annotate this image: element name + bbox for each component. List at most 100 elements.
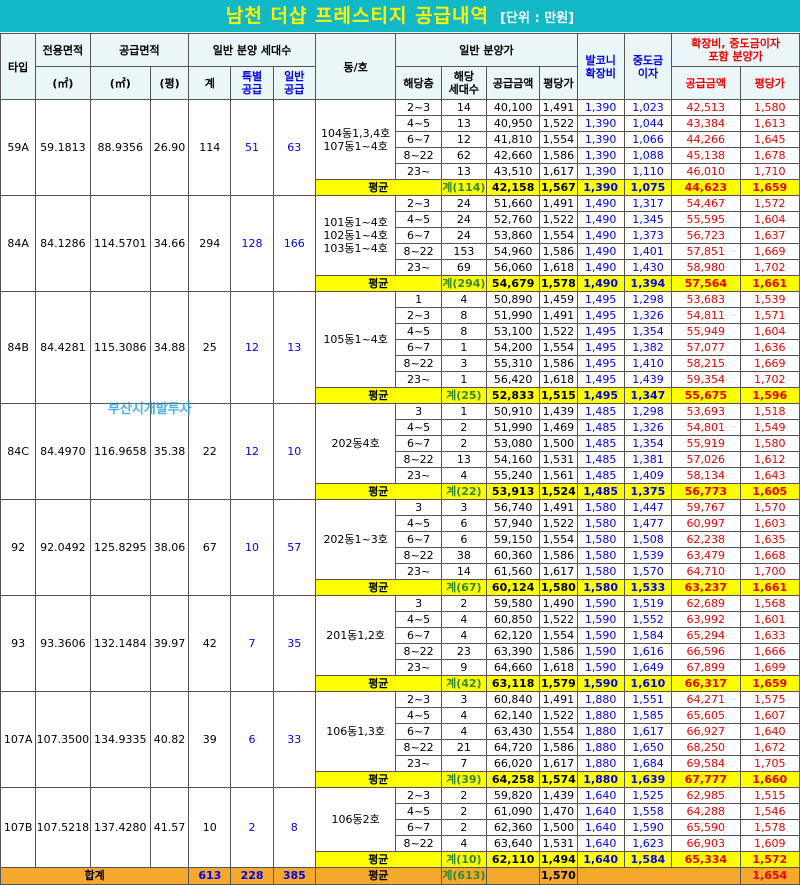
avg-incl-per-pyeong-cell: 1,661 <box>739 579 800 596</box>
interest-cell: 1,623 <box>623 835 673 852</box>
floor-cell: 3 <box>395 499 442 516</box>
average-label: 평균 <box>314 275 442 292</box>
supply-amount-cell: 59,580 <box>485 595 541 612</box>
floor-units-cell: 8 <box>440 323 487 340</box>
supply-amount-cell: 53,860 <box>485 227 541 244</box>
total-units-cell: 67 <box>188 499 232 596</box>
supply-amount-cell: 64,660 <box>485 659 541 676</box>
incl-amount-cell: 62,238 <box>671 531 741 548</box>
balcony-cell: 1,490 <box>576 259 625 276</box>
general-units-cell: 13 <box>272 291 316 404</box>
supply-pyeong-cell: 34.66 <box>149 195 190 292</box>
table-row: 107A 107.3500 134.9335 40.82 39 6 33 106동1,3호 2~… <box>0 691 800 788</box>
per-pyeong-cell: 1,531 <box>539 451 578 468</box>
incl-amount-cell: 60,997 <box>671 515 741 532</box>
interest-cell: 1,585 <box>623 707 673 724</box>
exclusive-area-cell: 92.0492 <box>35 499 91 596</box>
balcony-cell: 1,580 <box>576 499 625 516</box>
balcony-cell: 1,880 <box>576 691 625 708</box>
floor-cell: 4~5 <box>395 611 442 628</box>
incl-amount-cell: 44,266 <box>671 131 741 148</box>
avg-incl-per-pyeong-cell: 1,660 <box>739 771 800 788</box>
floor-cell: 8~22 <box>395 643 442 660</box>
supply-amount-cell: 60,850 <box>485 611 541 628</box>
per-pyeong-cell: 1,522 <box>539 611 578 628</box>
incl-amount-cell: 63,992 <box>671 611 741 628</box>
grand-total-incl-per-pyeong: 1,654 <box>739 867 800 885</box>
supply-m2-cell: 88.9356 <box>89 99 151 196</box>
balcony-cell: 1,495 <box>576 291 625 308</box>
exclusive-area-cell: 107.3500 <box>35 691 91 788</box>
incl-amount-cell: 65,605 <box>671 707 741 724</box>
avg-per-pyeong-cell: 1,567 <box>539 179 578 196</box>
incl-amount-cell: 62,985 <box>671 787 741 804</box>
floor-units-cell: 12 <box>440 131 487 148</box>
floor-units-cell: 6 <box>440 515 487 532</box>
floor-units-cell: 4 <box>440 611 487 628</box>
floor-units-cell: 21 <box>440 739 487 756</box>
per-pyeong-cell: 1,586 <box>539 739 578 756</box>
floor-units-cell: 24 <box>440 211 487 228</box>
supply-pyeong-cell: 34.88 <box>149 291 190 404</box>
balcony-cell: 1,390 <box>576 115 625 132</box>
balcony-cell: 1,580 <box>576 563 625 580</box>
per-pyeong-cell: 1,500 <box>539 435 578 452</box>
floor-units-cell: 4 <box>440 467 487 484</box>
floor-cell: 23~ <box>395 259 442 276</box>
general-units-cell: 35 <box>272 595 316 692</box>
floor-units-cell: 38 <box>440 547 487 564</box>
balcony-cell: 1,390 <box>576 147 625 164</box>
general-units-cell: 8 <box>272 787 316 868</box>
type-cell: 84A <box>0 195 37 292</box>
supply-amount-cell: 54,160 <box>485 451 541 468</box>
floor-units-cell: 2 <box>440 803 487 820</box>
incl-per-pyeong-cell: 1,710 <box>739 163 800 180</box>
incl-amount-cell: 43,384 <box>671 115 741 132</box>
incl-amount-cell: 69,584 <box>671 755 741 772</box>
empty-cell <box>485 867 541 885</box>
interest-cell: 1,326 <box>623 419 673 436</box>
per-pyeong-cell: 1,500 <box>539 819 578 836</box>
per-pyeong-cell: 1,491 <box>539 499 578 516</box>
supply-amount-cell: 62,140 <box>485 707 541 724</box>
special-units-cell: 10 <box>230 499 274 596</box>
floor-cell: 23~ <box>395 163 442 180</box>
floor-cell: 6~7 <box>395 627 442 644</box>
per-pyeong-cell: 1,470 <box>539 803 578 820</box>
exclusive-area-cell: 59.1813 <box>35 99 91 196</box>
balcony-cell: 1,880 <box>576 755 625 772</box>
floor-cell: 2~3 <box>395 99 442 116</box>
avg-balcony-cell: 1,495 <box>576 387 625 404</box>
interest-cell: 1,558 <box>623 803 673 820</box>
header-special: 특별 공급 <box>230 66 274 100</box>
incl-amount-cell: 45,138 <box>671 147 741 164</box>
incl-per-pyeong-cell: 1,678 <box>739 147 800 164</box>
floor-cell: 6~7 <box>395 131 442 148</box>
supply-amount-cell: 43,510 <box>485 163 541 180</box>
incl-per-pyeong-cell: 1,705 <box>739 755 800 772</box>
supply-amount-cell: 62,360 <box>485 819 541 836</box>
floor-cell: 6~7 <box>395 723 442 740</box>
general-units-cell: 63 <box>272 99 316 196</box>
floor-units-cell: 13 <box>440 163 487 180</box>
floor-units-cell: 2 <box>440 419 487 436</box>
per-pyeong-cell: 1,618 <box>539 371 578 388</box>
avg-incl-amount-cell: 56,773 <box>671 483 741 500</box>
supply-m2-cell: 137.4280 <box>89 787 151 868</box>
average-label: 평균 <box>314 483 442 500</box>
type-cell: 107B <box>0 787 37 868</box>
avg-units-cell: 계(10) <box>440 851 487 868</box>
incl-per-pyeong-cell: 1,669 <box>739 355 800 372</box>
floor-cell: 4~5 <box>395 115 442 132</box>
grand-total-units-count: 계(613) <box>440 867 487 885</box>
incl-amount-cell: 55,595 <box>671 211 741 228</box>
floor-cell: 8~22 <box>395 739 442 756</box>
interest-cell: 1,317 <box>623 195 673 212</box>
avg-balcony-cell: 1,485 <box>576 483 625 500</box>
per-pyeong-cell: 1,586 <box>539 643 578 660</box>
supply-amount-cell: 52,760 <box>485 211 541 228</box>
incl-per-pyeong-cell: 1,643 <box>739 467 800 484</box>
exclusive-area-cell: 93.3606 <box>35 595 91 692</box>
floor-units-cell: 2 <box>440 787 487 804</box>
avg-interest-cell: 1,347 <box>623 387 673 404</box>
